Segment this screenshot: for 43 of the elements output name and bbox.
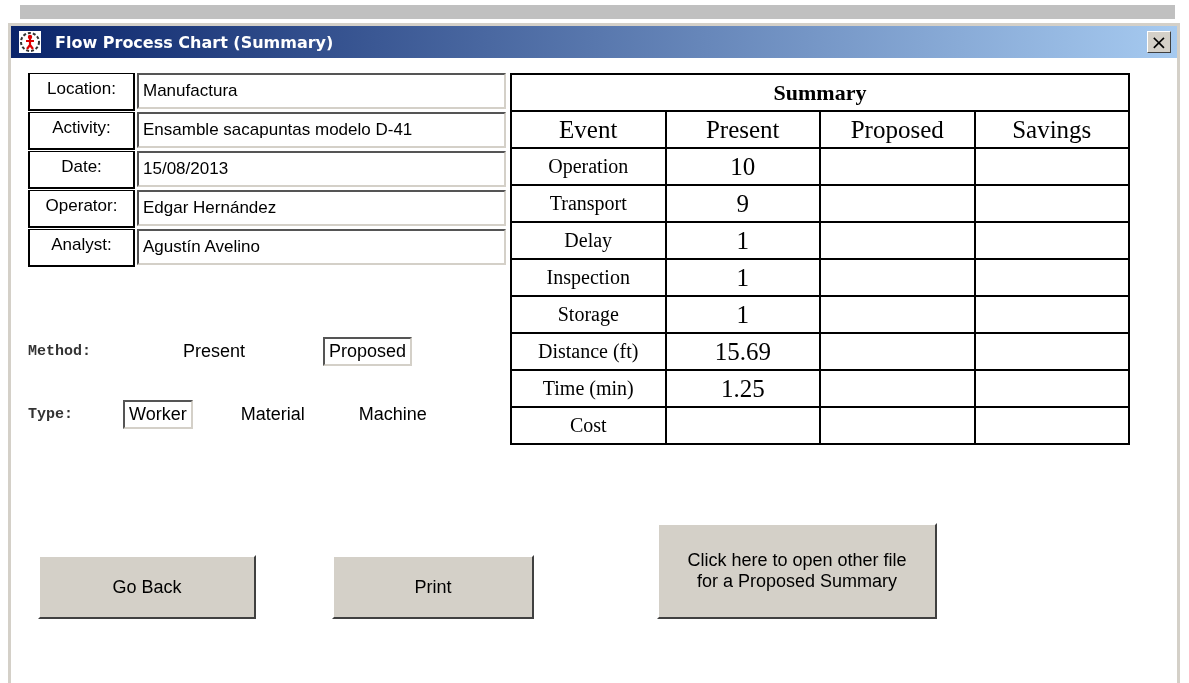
print-button[interactable]: Print <box>332 555 534 619</box>
column-header: Savings <box>974 111 1129 148</box>
field-label: Activity: <box>28 112 135 150</box>
input-field[interactable]: Edgar Hernández <box>137 190 506 226</box>
table-cell: Storage <box>511 296 666 333</box>
table-cell: Time (min) <box>511 370 666 407</box>
field-label: Analyst: <box>28 229 135 267</box>
option-toggle[interactable]: Proposed <box>323 336 413 366</box>
table-title: Summary <box>511 74 1129 111</box>
field-label: Date: <box>28 151 135 189</box>
option-toggle[interactable]: Material <box>234 399 311 429</box>
table-cell: 1 <box>665 259 820 296</box>
column-header: Present <box>665 111 820 148</box>
input-field[interactable]: 15/08/2013 <box>137 151 506 187</box>
input-field[interactable]: Ensamble sacapuntas modelo D-41 <box>137 112 506 148</box>
column-header: Proposed <box>820 111 975 148</box>
table-cell: 9 <box>665 185 820 222</box>
column-header: Event <box>511 111 666 148</box>
table-cell: 10 <box>665 148 820 185</box>
table-cell: 1 <box>665 222 820 259</box>
field-label: Operator: <box>28 190 135 228</box>
table-cell: Delay <box>511 222 666 259</box>
option-toggle[interactable]: Present <box>177 336 252 366</box>
table-cell: Inspection <box>511 259 666 296</box>
table-cell: 15.69 <box>665 333 820 370</box>
window-title: Flow Process Chart (Summary) <box>55 32 335 52</box>
open-file-button[interactable]: Click here to open other file for a Proposed Summary <box>657 523 937 619</box>
input-field[interactable]: Manufactura <box>137 73 506 109</box>
table-cell: 1 <box>665 296 820 333</box>
table-cell: Distance (ft) <box>511 333 666 370</box>
table-cell: Transport <box>511 185 666 222</box>
app-icon <box>19 31 41 53</box>
option-label: Method: <box>28 342 92 360</box>
table-cell: Cost <box>511 407 666 444</box>
option-toggle[interactable]: Worker <box>123 399 193 429</box>
option-label: Type: <box>28 405 74 423</box>
table-cell: Operation <box>511 148 666 185</box>
field-label: Location: <box>28 73 135 111</box>
table-cell: 1.25 <box>665 370 820 407</box>
back-button[interactable]: Go Back <box>38 555 256 619</box>
close-button[interactable]: × <box>1147 31 1171 53</box>
option-toggle[interactable]: Machine <box>352 399 433 429</box>
input-field[interactable]: Agustín Avelino <box>137 229 506 265</box>
